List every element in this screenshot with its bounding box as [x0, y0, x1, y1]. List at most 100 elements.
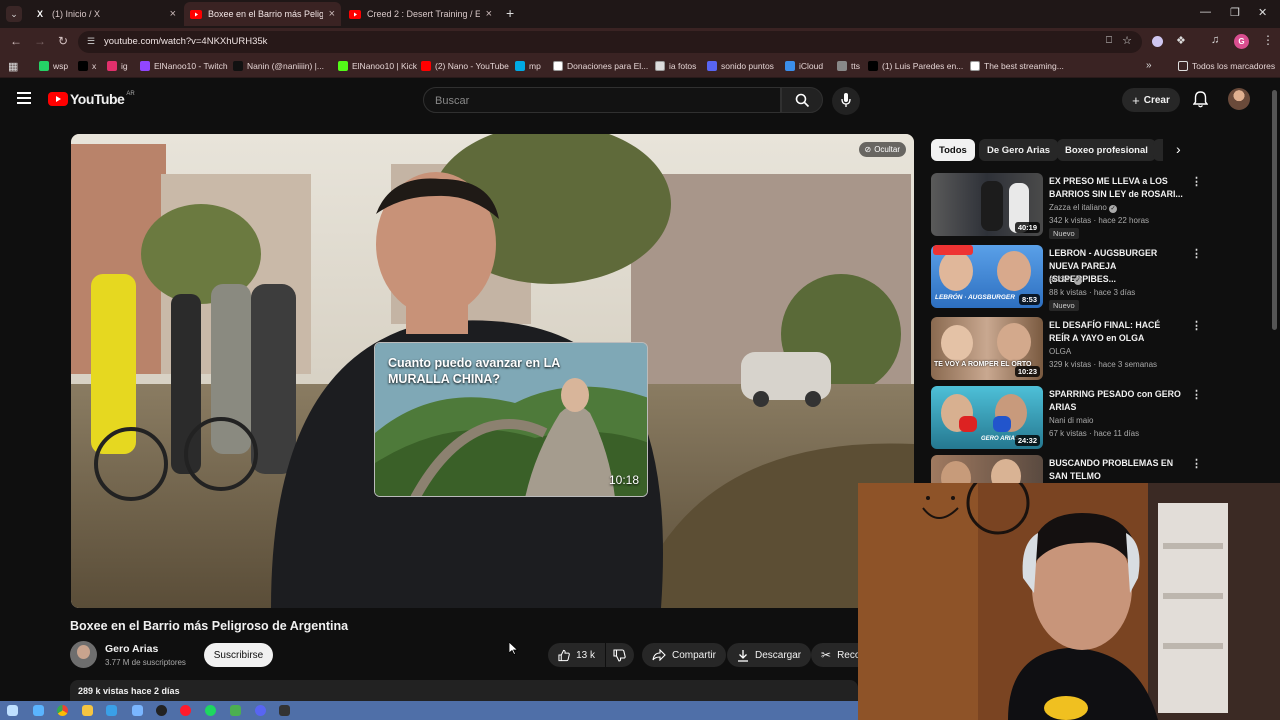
bookmark-item[interactable]: ia fotos [655, 61, 696, 71]
bookmark-item[interactable]: iCloud [785, 61, 823, 71]
bookmark-item[interactable]: ig [107, 61, 128, 71]
bookmark-item[interactable]: sonido puntos [707, 61, 774, 71]
bookmark-item[interactable]: Nanin (@naniiiin) |... [233, 61, 324, 71]
clip-button[interactable]: ✂ Reco [811, 643, 858, 667]
tab-creed-2[interactable]: Creed 2 : Desert Training / Entr × [343, 2, 498, 26]
channel-label: Zazza el italiano [1049, 203, 1107, 212]
taskbar-app-icon[interactable] [230, 705, 241, 716]
bookmark-item[interactable]: mp [515, 61, 541, 71]
bookmark-item[interactable]: ElNanoo10 | Kick [338, 61, 417, 71]
tab-x-home[interactable]: X (1) Inicio / X × [28, 2, 182, 26]
site-info-icon[interactable]: ☰ [87, 36, 95, 47]
account-avatar[interactable] [1228, 88, 1250, 110]
windows-start-icon[interactable] [7, 705, 18, 716]
restore-icon[interactable]: ❐ [1230, 6, 1240, 19]
bookmark-item[interactable]: The best streaming... [970, 61, 1064, 71]
back-icon[interactable]: ← [10, 34, 22, 48]
chip-all[interactable]: Todos [931, 139, 975, 161]
channel-avatar[interactable] [70, 641, 97, 668]
profile-avatar[interactable]: G [1234, 34, 1249, 49]
tab-current-video[interactable]: Boxee en el Barrio más Peligroso × [184, 2, 341, 26]
tab-close-icon[interactable]: × [486, 8, 492, 20]
more-actions-icon[interactable]: ⋮ [1191, 175, 1202, 188]
obs-icon[interactable] [156, 705, 167, 716]
recommended-video[interactable]: 40:19 EX PRESO ME LLEVA a LOS BARRIOS SI… [931, 173, 1202, 239]
apps-grid-icon[interactable]: ▦ [8, 60, 18, 73]
tab-close-icon[interactable]: × [170, 8, 176, 20]
notifications-bell-icon[interactable] [1193, 91, 1208, 108]
reload-icon[interactable]: ↻ [58, 34, 68, 48]
more-actions-icon[interactable]: ⋮ [1191, 457, 1202, 470]
minimize-icon[interactable]: — [1200, 6, 1211, 18]
browser-menu-icon[interactable]: ⋮ [1262, 33, 1274, 47]
video-player[interactable]: ⊘ Ocultar Cuanto puedo avanzar en LA MUR… [71, 134, 914, 608]
bookmark-item[interactable]: Donaciones para El... [553, 61, 648, 71]
x-icon [868, 61, 878, 71]
end-card-video[interactable]: Cuanto puedo avanzar en LA MURALLA CHINA… [374, 342, 648, 497]
download-button[interactable]: Descargar [727, 643, 812, 667]
os-taskbar [0, 701, 858, 720]
taskbar-app-icon[interactable] [279, 705, 290, 716]
bookmark-item[interactable]: tts [837, 61, 860, 71]
bookmark-item[interactable]: x [78, 61, 96, 71]
address-bar[interactable]: ☰ youtube.com/watch?v=4NKXhURH35k ⎕ ☆ [78, 31, 1142, 53]
bookmark-label: ElNanoo10 | Kick [352, 61, 418, 71]
more-actions-icon[interactable]: ⋮ [1191, 247, 1202, 260]
install-app-icon[interactable]: ⎕ [1106, 35, 1112, 46]
bookmark-label: Donaciones para El... [567, 61, 649, 71]
channel-name[interactable]: OLGA [1049, 347, 1071, 356]
hide-card-button[interactable]: ⊘ Ocultar [858, 142, 906, 157]
close-window-icon[interactable]: ✕ [1258, 6, 1267, 19]
channel-name[interactable]: el4Set ✓ [1049, 275, 1082, 285]
subscribe-button[interactable]: Suscribirse [204, 643, 273, 667]
dislike-button[interactable] [606, 643, 634, 667]
recommended-video[interactable]: LEBRÓN · AUGSBURGER 8:53 LEBRON - AUGSBU… [931, 245, 1202, 311]
media-control-icon[interactable]: ♫ [1211, 34, 1219, 46]
forward-icon[interactable]: → [34, 34, 46, 48]
chips-next-icon[interactable]: › [1176, 141, 1181, 157]
share-button[interactable]: Compartir [642, 643, 726, 667]
channel-name[interactable]: Nani di maio [1049, 416, 1093, 425]
hamburger-menu-icon[interactable] [17, 92, 31, 104]
chrome-icon[interactable] [57, 705, 68, 716]
file-explorer-icon[interactable] [82, 705, 93, 716]
more-actions-icon[interactable]: ⋮ [1191, 319, 1202, 332]
chip-pro-boxing[interactable]: Boxeo profesional [1057, 139, 1156, 161]
extensions-puzzle-icon[interactable]: ❖ [1176, 34, 1186, 47]
taskbar-app-icon[interactable] [106, 705, 117, 716]
more-actions-icon[interactable]: ⋮ [1191, 388, 1202, 401]
screen: ⌄ X (1) Inicio / X × Boxee en el Barrio … [0, 0, 1280, 720]
channel-name[interactable]: Zazza el italiano ✓ [1049, 203, 1118, 213]
taskbar-app-icon[interactable] [33, 705, 44, 716]
bookmark-item[interactable]: ElNanoo10 - Twitch [140, 61, 228, 71]
discord-icon[interactable] [255, 705, 266, 716]
tab-search-icon[interactable]: ⌄ [6, 6, 22, 22]
spotify-icon[interactable] [205, 705, 216, 716]
taskbar-app-icon[interactable] [132, 705, 143, 716]
webcam-image [858, 483, 1280, 720]
page-scrollbar[interactable] [1272, 90, 1277, 330]
tab-close-icon[interactable]: × [329, 8, 335, 20]
opera-icon[interactable] [180, 705, 191, 716]
logo-text: YouTube [70, 91, 125, 107]
new-tab-button[interactable]: + [506, 5, 514, 21]
like-button[interactable]: 13 k [548, 643, 605, 667]
recommended-video[interactable]: GERO ARIAS 24:32 SPARRING PESADO con GER… [931, 386, 1202, 452]
youtube-logo[interactable]: YouTube AR [48, 91, 135, 107]
bookmark-label: (2) Nano - YouTube [435, 61, 509, 71]
more-bookmarks-icon[interactable]: » [1146, 60, 1152, 71]
search-button[interactable] [781, 87, 823, 113]
extension-icon[interactable] [1152, 36, 1163, 47]
chip-from-channel[interactable]: De Gero Arias [979, 139, 1059, 161]
subscriber-count: 3.77 M de suscriptores [105, 658, 186, 667]
bookmark-item[interactable]: wsp [39, 61, 68, 71]
bookmark-item[interactable]: (1) Luis Paredes en... [868, 61, 963, 71]
voice-search-button[interactable] [832, 87, 860, 115]
search-input[interactable]: Buscar [423, 87, 781, 113]
channel-name[interactable]: Gero Arias [105, 643, 158, 655]
recommended-video[interactable]: TE VOY A ROMPER EL ORTO 10:23 EL DESAFÍO… [931, 317, 1202, 383]
bookmark-star-icon[interactable]: ☆ [1122, 34, 1132, 47]
bookmark-item[interactable]: (2) Nano - YouTube [421, 61, 509, 71]
create-button[interactable]: + Crear [1122, 88, 1180, 112]
all-bookmarks-folder[interactable]: Todos los marcadores [1178, 61, 1275, 71]
